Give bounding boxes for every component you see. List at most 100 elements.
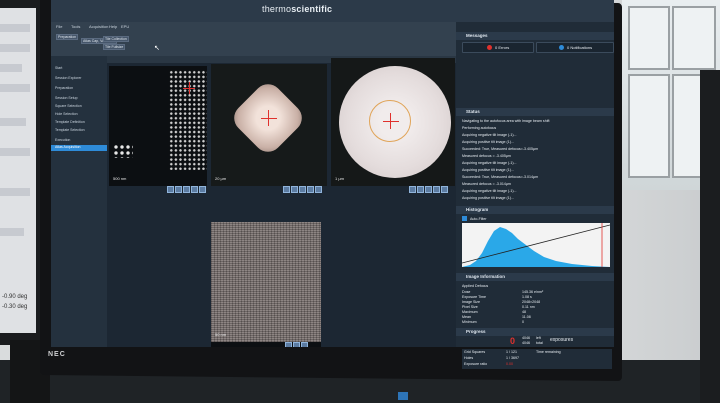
info-label: Dose xyxy=(462,290,471,294)
image-view-3[interactable]: 1 µm xyxy=(331,58,455,186)
nav-item-preparation[interactable]: Preparation xyxy=(55,86,73,90)
progress-total-label: total xyxy=(536,341,543,345)
status-header[interactable]: Status xyxy=(456,108,614,116)
progress-total-count: 4046 xyxy=(522,341,530,345)
mouse-cursor-icon: ↖ xyxy=(154,45,160,52)
progress-left-count: 4046 xyxy=(522,336,530,340)
info-value: 145.36 e/nm² xyxy=(522,290,544,294)
info-label: Applied Defocus xyxy=(462,284,489,288)
messages-header[interactable]: Messages xyxy=(456,32,614,40)
zoom-icon[interactable] xyxy=(283,186,290,193)
brand-logo: thermoscientific xyxy=(262,4,333,14)
zoom-icon[interactable] xyxy=(285,342,292,347)
nav-item-template-definition[interactable]: Template Definition xyxy=(55,120,85,124)
info-label: Mean xyxy=(462,315,471,319)
info-label: Pixel Size xyxy=(462,305,478,309)
info-value: 1.08 s xyxy=(522,295,532,299)
errors-button[interactable]: 0 Errors xyxy=(462,42,534,53)
status-line: Acquiring positive tilt image (1)... xyxy=(462,168,514,172)
measure-icon[interactable] xyxy=(425,186,432,193)
zoom-icon[interactable] xyxy=(409,186,416,193)
nav-item-square-selection[interactable]: Square Selection xyxy=(55,104,82,108)
nav-item-hole-selection[interactable]: Hole Selection xyxy=(55,112,78,116)
auto-filter-checkbox[interactable] xyxy=(462,216,467,221)
info-label: Exposure Time xyxy=(462,295,486,299)
left-monitor-value-2: -0.30 deg xyxy=(2,304,28,310)
image-view-4[interactable]: 50 nm xyxy=(211,222,321,342)
main-screen: thermoscientific File Tools Acquisition … xyxy=(51,0,614,347)
image-view-1[interactable]: 500 nm xyxy=(109,66,207,186)
progress-header[interactable]: Progress xyxy=(456,328,614,336)
left-monitor-screen: -0.90 deg -0.30 deg xyxy=(0,8,36,333)
info-label: Minimum xyxy=(462,320,477,324)
scale-bar-2: 20 µm xyxy=(215,176,227,181)
tab-help[interactable]: Help xyxy=(109,24,117,29)
fit-icon[interactable] xyxy=(417,186,424,193)
histogram-header[interactable]: Histogram xyxy=(456,206,614,214)
progress-row-label: Grid Squares xyxy=(464,350,486,354)
image-view-2[interactable]: 20 µm xyxy=(211,64,327,186)
info-value: 11.08 xyxy=(522,315,531,319)
tab-tools[interactable]: Tools xyxy=(71,24,80,29)
status-line: Navigating to the autofocus area with im… xyxy=(462,119,550,123)
info-label: Maximum xyxy=(462,310,478,314)
image-information-header[interactable]: Image Information xyxy=(456,273,614,281)
notifications-button[interactable]: 0 Notifications xyxy=(536,42,614,53)
nav-item-session-explorer[interactable]: Session Explorer xyxy=(55,76,81,80)
progress-big-number: 0 xyxy=(510,336,516,346)
monitor-brand: NEC xyxy=(48,351,66,358)
settings-icon[interactable] xyxy=(191,186,198,193)
progress-row-label: Exposure ratio xyxy=(464,362,488,366)
error-icon xyxy=(487,45,492,50)
save-icon[interactable] xyxy=(315,186,322,193)
info-label: Image Size xyxy=(462,300,480,304)
ribbon-preparation-button[interactable]: Preparation xyxy=(56,34,79,40)
fit-icon[interactable] xyxy=(175,186,182,193)
tab-file[interactable]: File xyxy=(56,24,62,29)
status-line: Measured defocus = -3.014µm xyxy=(462,182,511,186)
settings-icon[interactable] xyxy=(307,186,314,193)
scale-bar-4: 50 nm xyxy=(215,332,227,337)
measure-icon[interactable] xyxy=(183,186,190,193)
right-panel: Messages 0 Errors 0 Notifications Status… xyxy=(456,22,614,347)
ribbon-tile-fullsize-button[interactable]: Tile Fullsize xyxy=(103,44,126,50)
measure-icon[interactable] xyxy=(299,186,306,193)
nav-item-template-selection[interactable]: Template Selection xyxy=(55,128,85,132)
status-line: Acquiring positive tilt image (1)... xyxy=(462,196,514,200)
nav-item-execution[interactable]: Execution xyxy=(55,138,70,142)
scale-bar-1: 500 nm xyxy=(113,176,127,181)
progress-left-label: left xyxy=(536,336,541,340)
info-value: 0.11 nm xyxy=(522,305,535,309)
workflow-navigation: Start Session Explorer Preparation Sessi… xyxy=(51,56,107,347)
progress-details: Grid Squares 1 / 121 Holes 1 / 3697 Expo… xyxy=(462,349,612,369)
save-icon[interactable] xyxy=(199,186,206,193)
histogram-plot xyxy=(462,223,610,267)
nav-item-session-setup[interactable]: Session Setup xyxy=(55,96,78,100)
zoom-icon[interactable] xyxy=(167,186,174,193)
nav-item-atlas-acquisition[interactable]: Atlas Acquisition xyxy=(51,145,107,151)
view-4-toolbar xyxy=(211,342,321,347)
info-value: 0 xyxy=(522,320,524,324)
left-monitor-value-1: -0.90 deg xyxy=(2,294,28,300)
status-line: Acquiring negative tilt image (-1)... xyxy=(462,133,517,137)
ribbon-tile-collection-button[interactable]: Tile Collection xyxy=(103,36,129,42)
settings-icon[interactable] xyxy=(433,186,440,193)
app-title-bar: thermoscientific xyxy=(51,0,614,22)
progress-row-value: 1 / 121 xyxy=(506,350,517,354)
info-icon xyxy=(559,45,564,50)
monitor-power-indicator xyxy=(398,392,408,400)
tab-acquisition[interactable]: Acquisition xyxy=(89,24,108,29)
status-line: Succeeded: True, Measured defocus=-3.405… xyxy=(462,147,539,151)
save-icon[interactable] xyxy=(441,186,448,193)
tab-epu[interactable]: EPU xyxy=(121,24,129,29)
nav-item-start[interactable]: Start xyxy=(55,66,62,70)
progress-unit: exposures xyxy=(550,337,574,343)
auto-filter-label: Auto-Filter xyxy=(470,217,487,221)
status-line: Succeeded: True, Measured defocus=-3.014… xyxy=(462,175,539,179)
measure-icon[interactable] xyxy=(301,342,308,347)
progress-row-value: 1 / 3697 xyxy=(506,356,519,360)
fit-icon[interactable] xyxy=(291,186,298,193)
status-line: Acquiring negative tilt image (-1)... xyxy=(462,161,517,165)
scale-bar-3: 1 µm xyxy=(335,176,344,181)
fit-icon[interactable] xyxy=(293,342,300,347)
